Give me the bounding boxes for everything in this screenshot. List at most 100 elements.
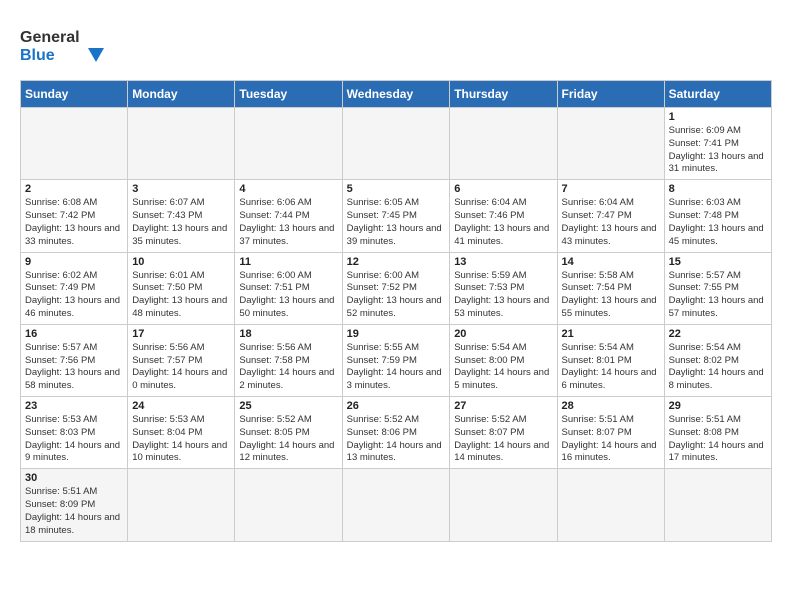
- svg-text:Blue: Blue: [20, 47, 55, 64]
- day-number: 8: [669, 183, 767, 195]
- day-info: Sunrise: 5:55 AM Sunset: 7:59 PM Dayligh…: [347, 342, 446, 393]
- calendar-cell: 11 Sunrise: 6:00 AM Sunset: 7:51 PM Dayli…: [235, 252, 342, 324]
- day-info: Sunrise: 6:02 AM Sunset: 7:49 PM Dayligh…: [25, 270, 123, 321]
- calendar-cell: 8 Sunrise: 6:03 AM Sunset: 7:48 PM Daylig…: [664, 180, 771, 252]
- calendar-cell: 26Sunrise: 5:52 AM Sunset: 8:06 PM Dayli…: [342, 397, 450, 469]
- calendar-cell: [235, 469, 342, 541]
- day-info: Sunrise: 5:53 AM Sunset: 8:04 PM Dayligh…: [132, 414, 230, 465]
- calendar-cell: [557, 469, 664, 541]
- day-number: 22: [669, 328, 767, 340]
- day-info: Sunrise: 5:54 AM Sunset: 8:01 PM Dayligh…: [562, 342, 660, 393]
- day-info: Sunrise: 5:54 AM Sunset: 8:02 PM Dayligh…: [669, 342, 767, 393]
- day-info: Sunrise: 5:52 AM Sunset: 8:05 PM Dayligh…: [239, 414, 337, 465]
- calendar-cell: 9 Sunrise: 6:02 AM Sunset: 7:49 PM Daylig…: [21, 252, 128, 324]
- calendar-cell: 16 Sunrise: 5:57 AM Sunset: 7:56 PM Dayli…: [21, 324, 128, 396]
- day-info: Sunrise: 6:00 AM Sunset: 7:52 PM Dayligh…: [347, 270, 446, 321]
- day-number: 21: [562, 328, 660, 340]
- day-info: Sunrise: 5:52 AM Sunset: 8:07 PM Dayligh…: [454, 414, 552, 465]
- day-info: Sunrise: 5:54 AM Sunset: 8:00 PM Dayligh…: [454, 342, 552, 393]
- calendar-cell: 6 Sunrise: 6:04 AM Sunset: 7:46 PM Daylig…: [450, 180, 557, 252]
- day-info: Sunrise: 5:51 AM Sunset: 8:07 PM Dayligh…: [562, 414, 660, 465]
- day-info: Sunrise: 5:56 AM Sunset: 7:57 PM Dayligh…: [132, 342, 230, 393]
- calendar-cell: 17Sunrise: 5:56 AM Sunset: 7:57 PM Dayli…: [128, 324, 235, 396]
- day-number: 10: [132, 256, 230, 268]
- day-number: 11: [239, 256, 337, 268]
- calendar-cell: 23Sunrise: 5:53 AM Sunset: 8:03 PM Dayli…: [21, 397, 128, 469]
- calendar-cell: [128, 108, 235, 180]
- day-number: 3: [132, 183, 230, 195]
- calendar-week-0: 1Sunrise: 6:09 AM Sunset: 7:41 PM Daylig…: [21, 108, 772, 180]
- day-info: Sunrise: 6:00 AM Sunset: 7:51 PM Dayligh…: [239, 270, 337, 321]
- calendar-cell: 2Sunrise: 6:08 AM Sunset: 7:42 PM Daylig…: [21, 180, 128, 252]
- calendar-cell: [342, 469, 450, 541]
- day-info: Sunrise: 6:01 AM Sunset: 7:50 PM Dayligh…: [132, 270, 230, 321]
- header: General Blue: [20, 20, 772, 70]
- day-number: 12: [347, 256, 446, 268]
- calendar-cell: 22 Sunrise: 5:54 AM Sunset: 8:02 PM Dayli…: [664, 324, 771, 396]
- day-info: Sunrise: 5:57 AM Sunset: 7:56 PM Dayligh…: [25, 342, 123, 393]
- day-number: 14: [562, 256, 660, 268]
- calendar-week-1: 2Sunrise: 6:08 AM Sunset: 7:42 PM Daylig…: [21, 180, 772, 252]
- day-info: Sunrise: 6:03 AM Sunset: 7:48 PM Dayligh…: [669, 197, 767, 248]
- day-info: Sunrise: 5:57 AM Sunset: 7:55 PM Dayligh…: [669, 270, 767, 321]
- calendar-week-2: 9 Sunrise: 6:02 AM Sunset: 7:49 PM Daylig…: [21, 252, 772, 324]
- calendar-cell: 18Sunrise: 5:56 AM Sunset: 7:58 PM Dayli…: [235, 324, 342, 396]
- calendar-table: SundayMondayTuesdayWednesdayThursdayFrid…: [20, 80, 772, 542]
- day-number: 19: [347, 328, 446, 340]
- day-number: 28: [562, 400, 660, 412]
- day-info: Sunrise: 5:58 AM Sunset: 7:54 PM Dayligh…: [562, 270, 660, 321]
- calendar-cell: 29 Sunrise: 5:51 AM Sunset: 8:08 PM Dayli…: [664, 397, 771, 469]
- calendar-cell: [450, 108, 557, 180]
- calendar-cell: [450, 469, 557, 541]
- calendar-cell: 20 Sunrise: 5:54 AM Sunset: 8:00 PM Dayli…: [450, 324, 557, 396]
- calendar-cell: 7 Sunrise: 6:04 AM Sunset: 7:47 PM Daylig…: [557, 180, 664, 252]
- calendar-cell: 5 Sunrise: 6:05 AM Sunset: 7:45 PM Daylig…: [342, 180, 450, 252]
- calendar-cell: 30Sunrise: 5:51 AM Sunset: 8:09 PM Dayli…: [21, 469, 128, 541]
- logo-svg: General Blue: [20, 20, 110, 70]
- day-number: 5: [347, 183, 446, 195]
- calendar-cell: 25 Sunrise: 5:52 AM Sunset: 8:05 PM Dayli…: [235, 397, 342, 469]
- day-number: 9: [25, 256, 123, 268]
- day-info: Sunrise: 6:04 AM Sunset: 7:46 PM Dayligh…: [454, 197, 552, 248]
- weekday-header-tuesday: Tuesday: [235, 81, 342, 108]
- calendar-cell: 10 Sunrise: 6:01 AM Sunset: 7:50 PM Dayli…: [128, 252, 235, 324]
- calendar-week-5: 30Sunrise: 5:51 AM Sunset: 8:09 PM Dayli…: [21, 469, 772, 541]
- day-number: 15: [669, 256, 767, 268]
- calendar-cell: 28 Sunrise: 5:51 AM Sunset: 8:07 PM Dayli…: [557, 397, 664, 469]
- calendar-cell: 15 Sunrise: 5:57 AM Sunset: 7:55 PM Dayli…: [664, 252, 771, 324]
- weekday-header-friday: Friday: [557, 81, 664, 108]
- day-number: 7: [562, 183, 660, 195]
- day-number: 2: [25, 183, 123, 195]
- weekday-header-sunday: Sunday: [21, 81, 128, 108]
- day-number: 13: [454, 256, 552, 268]
- day-info: Sunrise: 6:04 AM Sunset: 7:47 PM Dayligh…: [562, 197, 660, 248]
- day-number: 23: [25, 400, 123, 412]
- calendar-cell: 21 Sunrise: 5:54 AM Sunset: 8:01 PM Dayli…: [557, 324, 664, 396]
- calendar-cell: [235, 108, 342, 180]
- calendar-cell: 1Sunrise: 6:09 AM Sunset: 7:41 PM Daylig…: [664, 108, 771, 180]
- calendar-cell: [342, 108, 450, 180]
- day-number: 27: [454, 400, 552, 412]
- day-info: Sunrise: 6:06 AM Sunset: 7:44 PM Dayligh…: [239, 197, 337, 248]
- weekday-header-wednesday: Wednesday: [342, 81, 450, 108]
- calendar-cell: 14 Sunrise: 5:58 AM Sunset: 7:54 PM Dayli…: [557, 252, 664, 324]
- day-number: 4: [239, 183, 337, 195]
- day-number: 29: [669, 400, 767, 412]
- day-info: Sunrise: 6:07 AM Sunset: 7:43 PM Dayligh…: [132, 197, 230, 248]
- calendar-cell: 3 Sunrise: 6:07 AM Sunset: 7:43 PM Daylig…: [128, 180, 235, 252]
- day-number: 6: [454, 183, 552, 195]
- logo: General Blue: [20, 20, 110, 70]
- calendar-week-3: 16 Sunrise: 5:57 AM Sunset: 7:56 PM Dayli…: [21, 324, 772, 396]
- weekday-header-saturday: Saturday: [664, 81, 771, 108]
- day-info: Sunrise: 5:51 AM Sunset: 8:09 PM Dayligh…: [25, 486, 123, 537]
- day-number: 20: [454, 328, 552, 340]
- day-info: Sunrise: 5:59 AM Sunset: 7:53 PM Dayligh…: [454, 270, 552, 321]
- calendar-cell: 4 Sunrise: 6:06 AM Sunset: 7:44 PM Daylig…: [235, 180, 342, 252]
- day-number: 25: [239, 400, 337, 412]
- day-info: Sunrise: 6:05 AM Sunset: 7:45 PM Dayligh…: [347, 197, 446, 248]
- calendar-cell: 27 Sunrise: 5:52 AM Sunset: 8:07 PM Dayli…: [450, 397, 557, 469]
- day-number: 16: [25, 328, 123, 340]
- svg-text:General: General: [20, 29, 80, 46]
- calendar-cell: 12 Sunrise: 6:00 AM Sunset: 7:52 PM Dayli…: [342, 252, 450, 324]
- day-info: Sunrise: 5:51 AM Sunset: 8:08 PM Dayligh…: [669, 414, 767, 465]
